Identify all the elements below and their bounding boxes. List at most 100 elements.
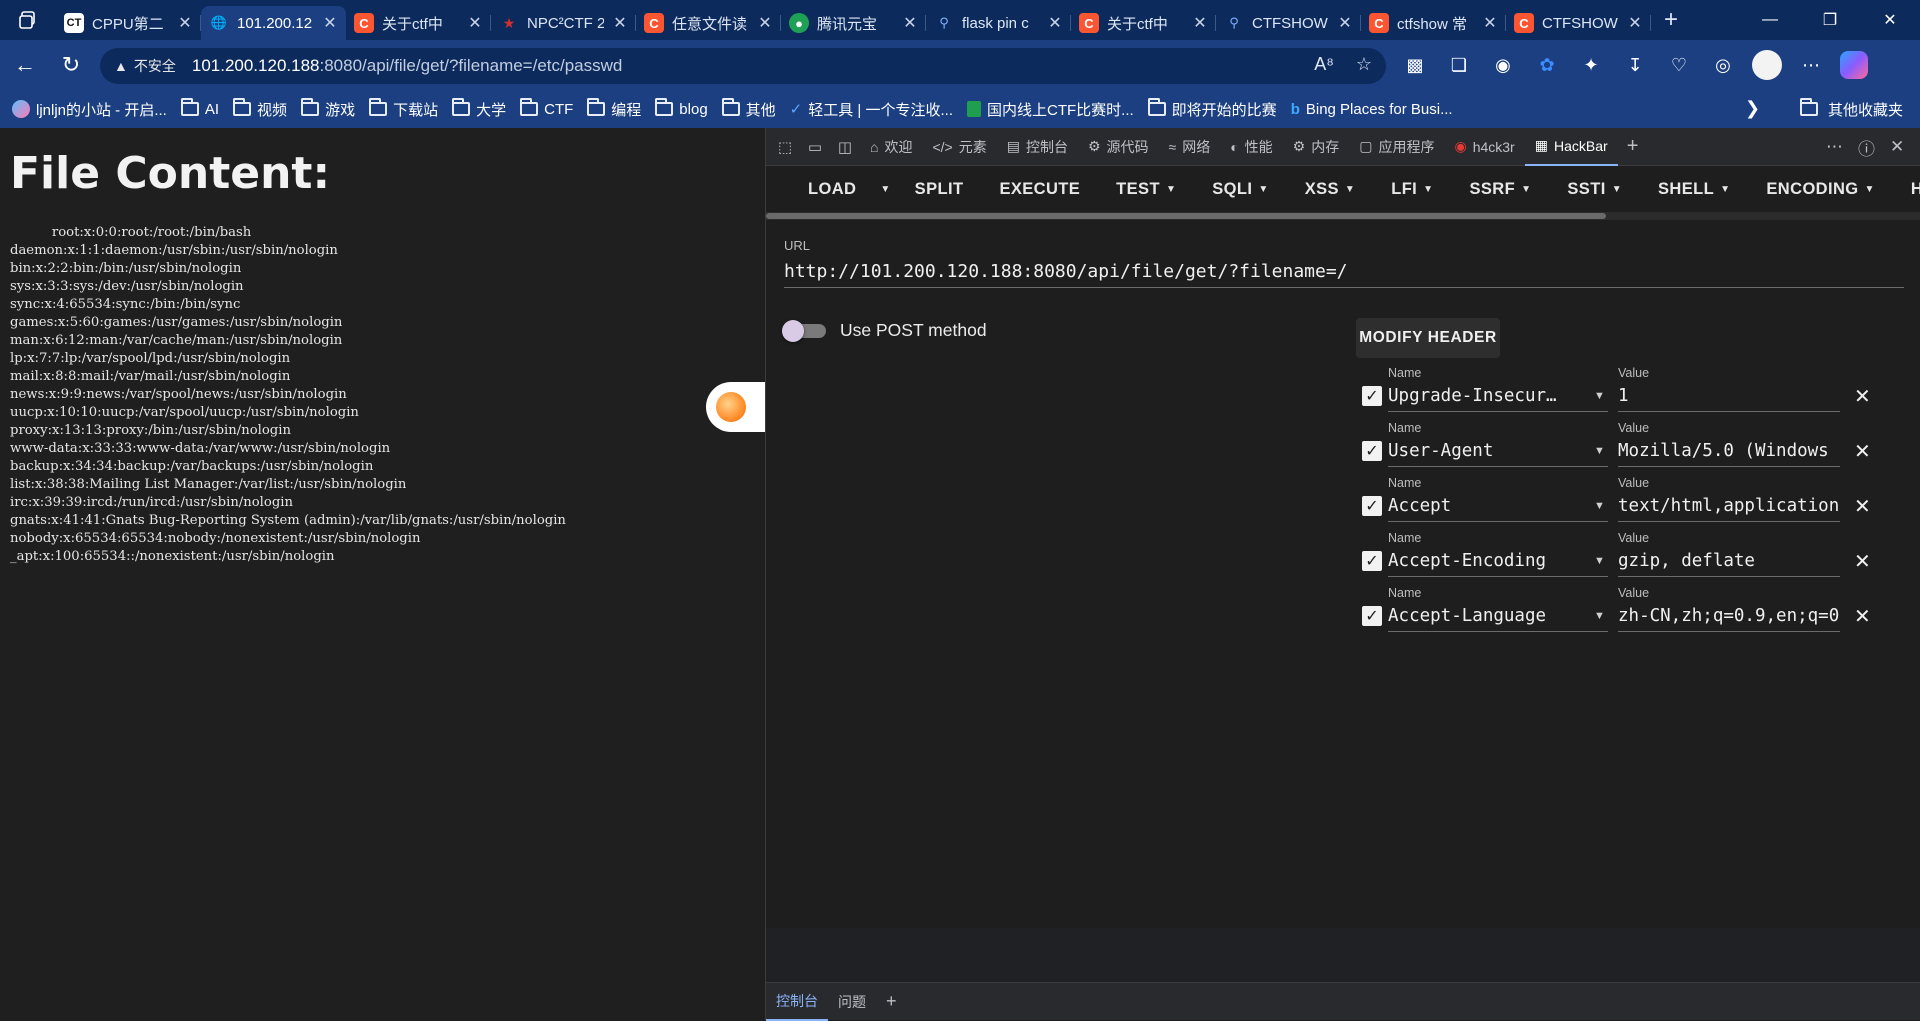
- help-icon[interactable]: ⓘ: [1858, 128, 1875, 166]
- bookmark-item[interactable]: 即将开始的比赛: [1147, 98, 1277, 120]
- close-tab-icon[interactable]: ✕: [1192, 13, 1208, 33]
- header-name-field[interactable]: Accept-Encoding: [1388, 547, 1608, 577]
- close-tab-icon[interactable]: ✕: [1627, 13, 1643, 33]
- hackbar-button[interactable]: TEST ▼: [1098, 166, 1194, 212]
- close-tab-icon[interactable]: ✕: [1337, 13, 1353, 33]
- header-value-field[interactable]: Mozilla/5.0 (Windows: [1618, 437, 1840, 467]
- add-drawer-tab-icon[interactable]: +: [876, 983, 907, 1021]
- chevron-right-icon[interactable]: ❯: [1745, 98, 1760, 119]
- header-name-field[interactable]: Accept: [1388, 492, 1608, 522]
- restore-button[interactable]: ❐: [1800, 0, 1860, 40]
- header-value-field[interactable]: 1: [1618, 382, 1840, 412]
- devtools-tab[interactable]: ▤ 控制台: [997, 128, 1078, 166]
- extension-icon[interactable]: ✿: [1532, 50, 1562, 80]
- bookmark-item[interactable]: blog: [655, 98, 708, 118]
- scrollbar-thumb[interactable]: [766, 213, 1606, 219]
- devtools-tab[interactable]: </> 元素: [922, 128, 996, 166]
- header-enabled-checkbox[interactable]: ✓: [1362, 551, 1382, 571]
- caret-down-icon[interactable]: ▼: [1594, 445, 1605, 457]
- drawer-tab[interactable]: 问题: [828, 983, 876, 1021]
- header-enabled-checkbox[interactable]: ✓: [1362, 496, 1382, 516]
- hackbar-button[interactable]: SSRF ▼: [1451, 166, 1549, 212]
- hackbar-button[interactable]: LFI ▼: [1373, 166, 1451, 212]
- close-tab-icon[interactable]: ✕: [467, 13, 483, 33]
- header-name-field[interactable]: User-Agent: [1388, 437, 1608, 467]
- devtools-tab[interactable]: ≈ 网络: [1159, 128, 1221, 166]
- bookmark-item[interactable]: ljnljn的小站 - 开启...: [12, 99, 167, 120]
- caret-down-icon[interactable]: ▼: [1594, 390, 1605, 402]
- security-indicator[interactable]: ▲ 不安全: [114, 56, 176, 76]
- post-method-toggle[interactable]: Use POST method: [782, 319, 987, 342]
- hackbar-button[interactable]: SSTI ▼: [1549, 166, 1640, 212]
- browser-tab[interactable]: ⚲ flask pin c ✕: [926, 6, 1071, 40]
- address-bar[interactable]: ▲ 不安全 101.200.120.188:8080/api/file/get/…: [100, 48, 1386, 84]
- bookmark-item[interactable]: 视频: [233, 98, 287, 120]
- hackbar-toolbar-scrollbar[interactable]: [766, 212, 1920, 220]
- close-devtools-icon[interactable]: ✕: [1890, 128, 1904, 166]
- devtools-tab[interactable]: ▦ HackBar: [1524, 128, 1618, 166]
- downloads-icon[interactable]: ↧: [1620, 50, 1650, 80]
- other-favorites[interactable]: 其他收藏夹: [1800, 90, 1903, 128]
- caret-down-icon[interactable]: ▼: [1594, 610, 1605, 622]
- browser-tab[interactable]: ⚲ CTFSHOW ✕: [1216, 6, 1361, 40]
- caret-down-icon[interactable]: ▼: [1594, 500, 1605, 512]
- browser-tab[interactable]: C 关于ctf中 ✕: [346, 6, 491, 40]
- hackbar-button[interactable]: EXECUTE: [981, 166, 1098, 212]
- devtools-tab[interactable]: ◉ h4ck3r: [1444, 128, 1524, 166]
- back-icon[interactable]: ←: [2, 40, 48, 90]
- health-icon[interactable]: ♡: [1664, 50, 1694, 80]
- inspect-icon[interactable]: ⬚: [770, 128, 800, 166]
- modify-header-button[interactable]: MODIFY HEADER: [1356, 318, 1500, 358]
- workspaces-icon[interactable]: [0, 0, 56, 40]
- bookmark-item[interactable]: 国内线上CTF比赛时...: [967, 99, 1134, 120]
- devtools-tab[interactable]: ⌂ 欢迎: [860, 128, 922, 166]
- sidebar-icon[interactable]: ◎: [1708, 50, 1738, 80]
- hackbar-button[interactable]: SPLIT: [897, 166, 982, 212]
- remove-header-icon[interactable]: ✕: [1854, 439, 1871, 464]
- remove-header-icon[interactable]: ✕: [1854, 604, 1871, 629]
- url-text[interactable]: 101.200.120.188:8080/api/file/get/?filen…: [192, 56, 623, 76]
- floating-assistant-button[interactable]: [706, 382, 766, 432]
- bookmark-item[interactable]: 大学: [452, 98, 506, 120]
- add-panel-icon[interactable]: +: [1618, 128, 1648, 166]
- header-value-field[interactable]: gzip, deflate: [1618, 547, 1840, 577]
- browser-tab[interactable]: ● 腾讯元宝 ✕: [781, 6, 926, 40]
- header-name-field[interactable]: Accept-Language: [1388, 602, 1608, 632]
- minimize-button[interactable]: —: [1740, 0, 1800, 40]
- read-aloud-icon[interactable]: A⁸: [1314, 54, 1334, 75]
- devtools-tab[interactable]: ◐ 性能: [1220, 128, 1282, 166]
- load-dropdown-button[interactable]: ▼: [874, 166, 896, 212]
- more-menu-icon[interactable]: ⋯: [1796, 50, 1826, 80]
- bookmark-item[interactable]: b Bing Places for Busi...: [1291, 101, 1453, 118]
- hackbar-button[interactable]: HAS: [1893, 166, 1920, 212]
- new-tab-button[interactable]: +: [1651, 0, 1691, 40]
- remove-header-icon[interactable]: ✕: [1854, 384, 1871, 409]
- hackbar-button[interactable]: SQLI ▼: [1194, 166, 1286, 212]
- extension-icon[interactable]: ▩: [1400, 50, 1430, 80]
- bookmark-item[interactable]: 其他: [721, 98, 776, 120]
- refresh-icon[interactable]: ↻: [48, 40, 94, 90]
- bookmark-item[interactable]: ✓ 轻工具 | 一个专注收...: [790, 99, 953, 120]
- hackbar-button[interactable]: XSS ▼: [1287, 166, 1374, 212]
- browser-tab[interactable]: Cctfshow 常 ✕: [1361, 6, 1506, 40]
- post-switch[interactable]: [782, 319, 826, 342]
- hackbar-button[interactable]: SHELL ▼: [1640, 166, 1748, 212]
- drawer-tab[interactable]: 控制台: [766, 983, 828, 1021]
- header-name-field[interactable]: Upgrade-Insecur…: [1388, 382, 1608, 412]
- favorite-star-icon[interactable]: ☆: [1356, 54, 1372, 75]
- copilot-icon[interactable]: [1840, 51, 1868, 79]
- browser-tab[interactable]: C 任意文件读 ✕: [636, 6, 781, 40]
- device-toolbar-icon[interactable]: ▭: [800, 128, 830, 166]
- extensions-icon[interactable]: ✦: [1576, 50, 1606, 80]
- hackbar-button[interactable]: LOAD: [790, 166, 874, 212]
- remove-header-icon[interactable]: ✕: [1854, 494, 1871, 519]
- close-tab-icon[interactable]: ✕: [1482, 13, 1498, 33]
- dock-icon[interactable]: ◫: [830, 128, 860, 166]
- devtools-tab[interactable]: ⚙ 内存: [1283, 128, 1350, 166]
- bookmark-item[interactable]: 编程: [587, 98, 641, 120]
- bookmark-item[interactable]: CTF: [520, 98, 573, 118]
- bookmark-item[interactable]: AI: [180, 98, 219, 118]
- close-tab-icon[interactable]: ✕: [1047, 13, 1063, 33]
- browser-tab[interactable]: C CTFSHOW ✕: [1506, 6, 1651, 40]
- devtools-more-icon[interactable]: ⋯: [1826, 128, 1843, 166]
